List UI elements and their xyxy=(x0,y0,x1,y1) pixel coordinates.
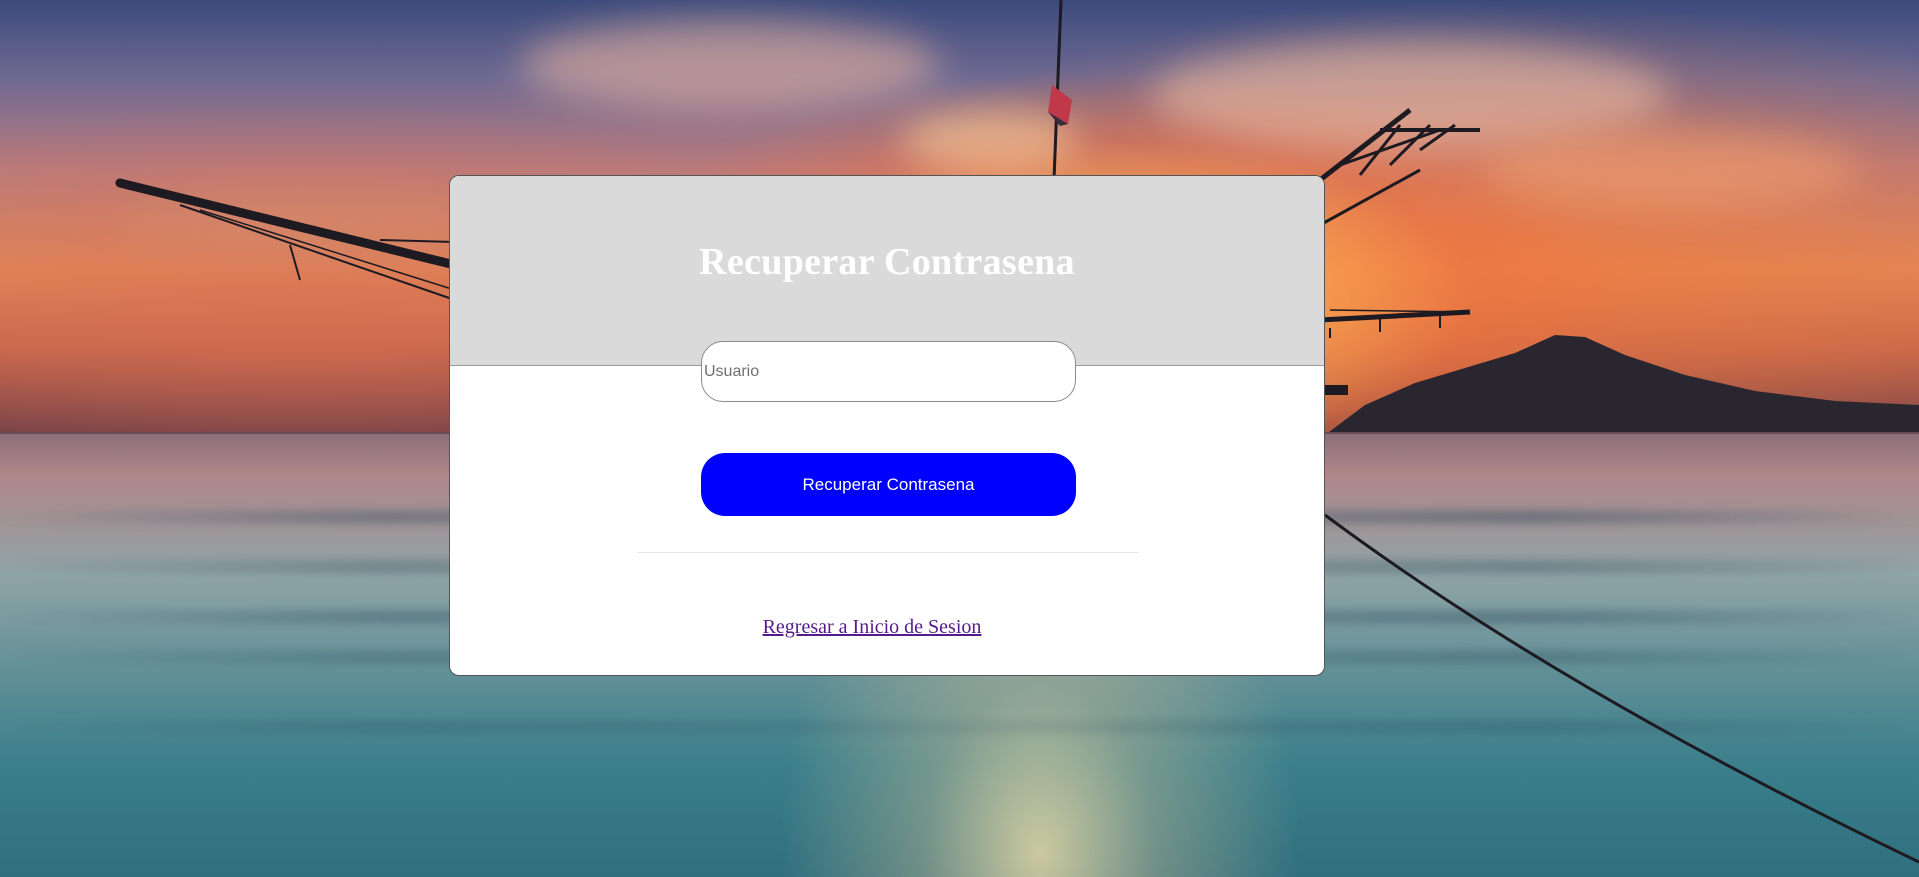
divider xyxy=(637,552,1139,553)
recover-password-button[interactable]: Recuperar Contrasena xyxy=(701,453,1076,516)
password-recovery-card: Recuperar Contrasena Recuperar Contrasen… xyxy=(449,175,1325,676)
page-title: Recuperar Contrasena xyxy=(699,241,1075,283)
card-header: Recuperar Contrasena xyxy=(450,176,1324,366)
back-to-login-link[interactable]: Regresar a Inicio de Sesion xyxy=(450,616,1294,639)
username-input[interactable] xyxy=(701,341,1076,402)
